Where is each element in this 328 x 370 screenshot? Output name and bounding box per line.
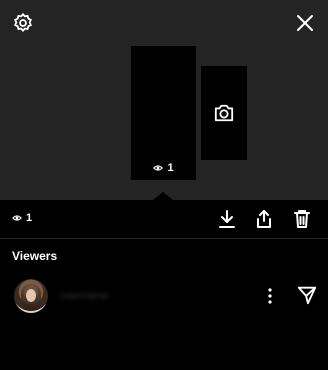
gear-icon bbox=[14, 12, 32, 32]
eye-icon bbox=[12, 215, 22, 221]
eye-icon bbox=[153, 165, 164, 171]
selected-story-pointer bbox=[153, 192, 173, 200]
views-count[interactable]: 1 bbox=[12, 212, 32, 224]
share-button[interactable] bbox=[253, 208, 275, 230]
share-icon bbox=[257, 210, 271, 228]
story-thumbnail-view-count: 1 bbox=[131, 162, 196, 174]
avatar[interactable] bbox=[14, 279, 48, 313]
settings-button[interactable] bbox=[10, 10, 36, 36]
story-preview-area: 1 bbox=[0, 0, 328, 200]
story-action-bar: 1 bbox=[0, 200, 328, 239]
send-icon bbox=[297, 286, 317, 305]
delete-button[interactable] bbox=[291, 208, 313, 230]
download-button[interactable] bbox=[216, 208, 238, 230]
camera-icon bbox=[214, 104, 234, 122]
download-icon bbox=[219, 210, 235, 228]
story-thumbnail[interactable]: 1 bbox=[131, 46, 196, 180]
more-options-button[interactable] bbox=[262, 286, 278, 306]
viewer-list-item[interactable]: username bbox=[0, 276, 328, 316]
views-count-label: 1 bbox=[26, 212, 33, 224]
avatar-face bbox=[26, 289, 36, 302]
close-icon bbox=[297, 15, 313, 31]
more-vertical-icon bbox=[268, 288, 272, 304]
add-story-button[interactable] bbox=[201, 66, 247, 160]
send-message-button[interactable] bbox=[296, 284, 320, 308]
close-button[interactable] bbox=[292, 10, 318, 36]
viewer-username[interactable]: username bbox=[60, 290, 109, 302]
viewers-heading: Viewers bbox=[12, 249, 58, 263]
trash-icon bbox=[294, 210, 310, 228]
thumb-view-count-label: 1 bbox=[167, 162, 174, 174]
